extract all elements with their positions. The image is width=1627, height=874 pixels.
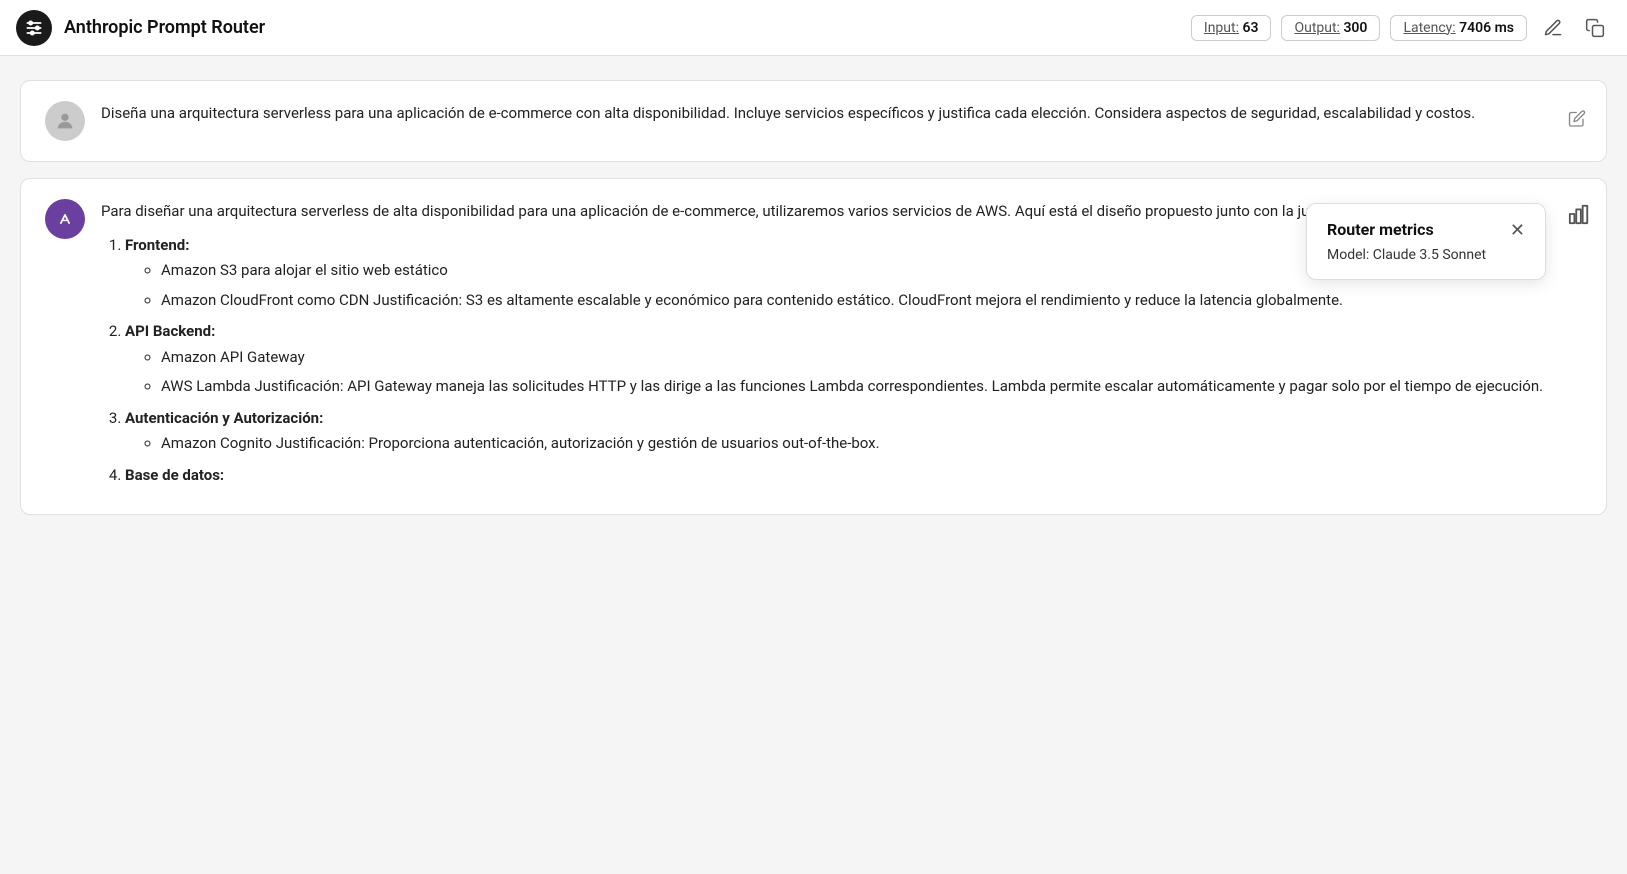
latency-value: 7406 ms: [1459, 20, 1514, 36]
assistant-avatar: [45, 199, 85, 239]
pencil-icon: [1568, 110, 1586, 128]
list-item: API Backend: Amazon API Gateway AWS Lamb…: [125, 319, 1582, 400]
latency-label: Latency:: [1403, 20, 1455, 36]
sliders-icon: [24, 18, 44, 38]
header-right: Input: 63 Output: 300 Latency: 7406 ms: [1191, 12, 1611, 44]
user-message-card: Diseña una arquitectura serverless para …: [20, 80, 1607, 162]
app-title: Anthropic Prompt Router: [64, 17, 265, 38]
bar-chart-button[interactable]: [1568, 203, 1590, 231]
router-metrics-popover: Router metrics ✕ Model: Claude 3.5 Sonne…: [1306, 203, 1546, 280]
router-metrics-title: Router metrics: [1327, 220, 1434, 239]
app-header: Anthropic Prompt Router Input: 63 Output…: [0, 0, 1627, 56]
list-item: Amazon API Gateway: [161, 345, 1582, 371]
input-value: 63: [1242, 20, 1258, 36]
metrics-close-button[interactable]: ✕: [1510, 221, 1525, 239]
api-backend-items: Amazon API Gateway AWS Lambda Justificac…: [125, 345, 1582, 400]
edit-prompt-button[interactable]: [1537, 12, 1569, 44]
header-left: Anthropic Prompt Router: [16, 10, 265, 46]
list-item: Base de datos:: [125, 463, 1582, 489]
main-content: Diseña una arquitectura serverless para …: [0, 56, 1627, 539]
list-item: Amazon CloudFront como CDN Justificación…: [161, 288, 1582, 314]
user-avatar: [45, 101, 85, 141]
list-item: AWS Lambda Justificación: API Gateway ma…: [161, 374, 1582, 400]
input-metric: Input: 63: [1191, 15, 1272, 41]
input-label: Input:: [1204, 20, 1239, 36]
edit-message-button[interactable]: [1568, 110, 1586, 133]
output-label: Output:: [1294, 20, 1339, 36]
output-metric: Output: 300: [1281, 15, 1380, 41]
copy-icon: [1585, 18, 1605, 38]
app-icon: [16, 10, 52, 46]
assistant-message-card: Para diseñar una arquitectura serverless…: [20, 178, 1607, 515]
user-avatar-icon: [54, 110, 76, 132]
list-item: Amazon Cognito Justificación: Proporcion…: [161, 431, 1582, 457]
output-value: 300: [1343, 20, 1367, 36]
bar-chart-icon: [1568, 203, 1590, 225]
metrics-popover-header: Router metrics ✕: [1327, 220, 1525, 239]
copy-button[interactable]: [1579, 12, 1611, 44]
auth-items: Amazon Cognito Justificación: Proporcion…: [125, 431, 1582, 457]
user-message-text: Diseña una arquitectura serverless para …: [101, 101, 1582, 125]
edit-icon: [1543, 18, 1563, 38]
assistant-avatar-icon: [54, 208, 76, 230]
latency-metric: Latency: 7406 ms: [1390, 15, 1527, 41]
metrics-model-line: Model: Claude 3.5 Sonnet: [1327, 247, 1525, 263]
list-item: Autenticación y Autorización: Amazon Cog…: [125, 406, 1582, 457]
